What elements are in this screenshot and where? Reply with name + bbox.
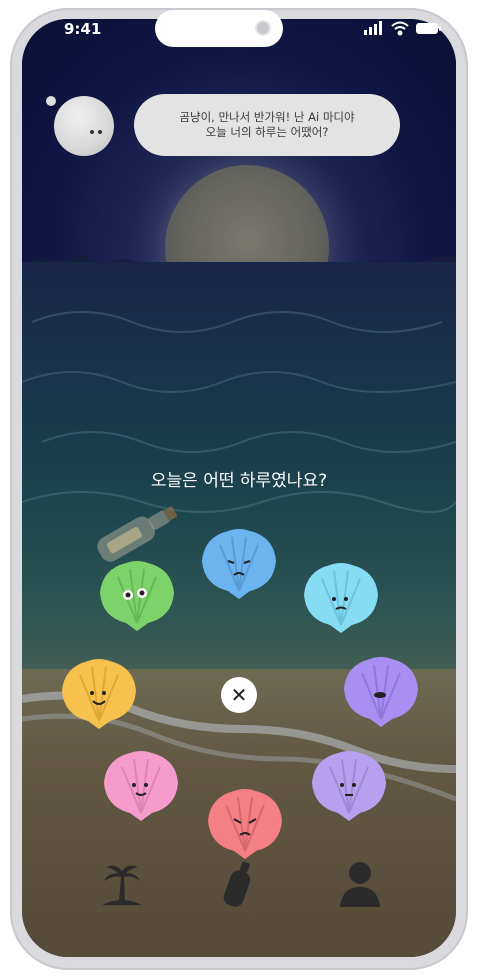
- shell-calm[interactable]: [308, 747, 390, 825]
- battery-icon: [416, 23, 441, 34]
- mascot-eye: [98, 130, 102, 134]
- wifi-icon: [391, 21, 409, 36]
- bubble-line-1: 곰냥이, 만나서 반가워! 난 Ai 마디야: [179, 110, 355, 124]
- shell-angry[interactable]: [204, 785, 286, 863]
- status-time: 9:41: [64, 20, 102, 38]
- mascot-avatar: [54, 96, 114, 156]
- mascot-speech-bubble: 곰냥이, 만나서 반가워! 난 Ai 마디야 오늘 너의 하루는 어땠어?: [134, 94, 400, 156]
- status-icons: [364, 21, 441, 36]
- profile-icon: [340, 862, 380, 907]
- mascot-tail: [46, 96, 56, 106]
- shell-happy[interactable]: [58, 655, 140, 733]
- dynamic-island: [155, 10, 283, 47]
- island-icon: [102, 865, 142, 905]
- daily-question: 오늘은 어떤 하루였나요?: [150, 471, 328, 491]
- close-icon[interactable]: ✕: [221, 677, 257, 713]
- shell-content[interactable]: [100, 747, 182, 825]
- tab-bottle[interactable]: [215, 857, 263, 909]
- camera-icon: [255, 20, 271, 36]
- shell-sad[interactable]: [198, 525, 280, 603]
- tab-profile[interactable]: [336, 857, 384, 909]
- shell-worried[interactable]: [300, 559, 382, 637]
- mascot-eye: [90, 130, 94, 134]
- bottle-icon: [223, 861, 251, 907]
- bubble-line-2: 오늘 너의 하루는 어땠어?: [205, 125, 329, 139]
- tab-island[interactable]: [98, 857, 146, 909]
- shell-embarrassed[interactable]: [340, 653, 422, 731]
- signal-icon: [364, 21, 382, 35]
- shell-shocked[interactable]: [96, 557, 178, 635]
- app-screen: 오늘은 어떤 하루였나요? ✕: [22, 19, 456, 957]
